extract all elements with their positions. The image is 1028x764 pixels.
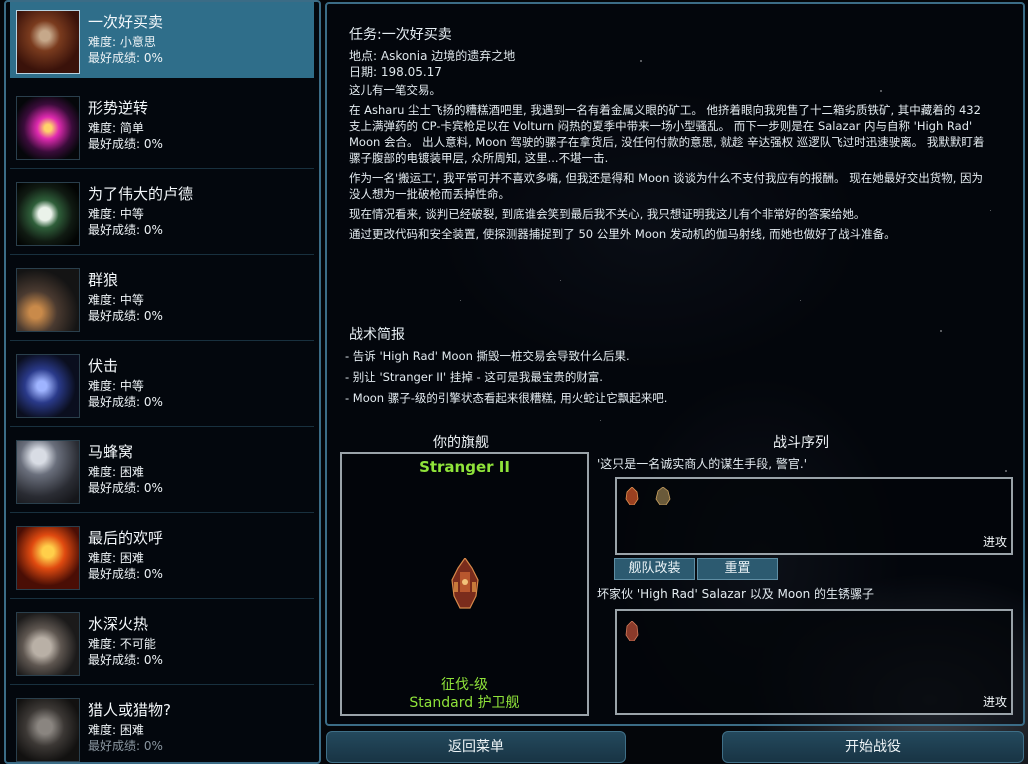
mission-name: 为了伟大的卢德 [88, 185, 194, 203]
mission-item[interactable]: 伏击 难度: 中等 最好成绩: 0% [10, 346, 314, 427]
mission-thumbnail [16, 526, 80, 590]
mission-item[interactable]: 马蜂窝 难度: 困难 最好成绩: 0% [10, 432, 314, 513]
mission-difficulty: 难度: 不可能 [88, 637, 156, 651]
mission-item[interactable]: 最后的欢呼 难度: 困难 最好成绩: 0% [10, 518, 314, 599]
mission-best-score: 最好成绩: 0% [88, 653, 163, 667]
mission-best-score: 最好成绩: 0% [88, 223, 163, 237]
mission-name: 水深火热 [88, 615, 149, 633]
mission-difficulty: 难度: 困难 [88, 551, 144, 565]
mission-item[interactable]: 猎人或猎物? 难度: 困难 最好成绩: 0% [10, 690, 314, 762]
briefing-paragraph: 作为一名'搬运工', 我平常可并不喜欢多嘴, 但我还是得和 Moon 谈谈为什么… [349, 171, 983, 201]
flagship-label: 你的旗舰 [433, 435, 489, 451]
mission-item[interactable]: 水深火热 难度: 不可能 最好成绩: 0% [10, 604, 314, 685]
enemy-fleet-quote: 坏家伙 'High Rad' Salazar 以及 Moon 的生锈骡子 [597, 587, 874, 601]
briefing-paragraph: 这儿有一笔交易。 [349, 83, 441, 97]
tactics-item: - Moon 骡子-级的引擎状态看起来很糟糕, 用火蛇让它飘起来吧. [345, 391, 668, 405]
mission-name: 伏击 [88, 357, 119, 375]
enemy-fleet-box[interactable]: 进攻 [615, 609, 1013, 715]
mission-best-score: 最好成绩: 0% [88, 481, 163, 495]
player-advance-label: 进攻 [982, 535, 1007, 549]
player-ship-icon [655, 487, 671, 505]
mission-name: 猎人或猎物? [88, 701, 171, 719]
flagship-name: Stranger II [419, 458, 510, 476]
mission-difficulty: 难度: 中等 [88, 379, 144, 393]
mission-best-score: 最好成绩: 0% [88, 567, 163, 581]
enemy-advance-label: 进攻 [982, 695, 1007, 709]
mission-thumbnail [16, 268, 80, 332]
tactics-list: - 告诉 'High Rad' Moon 撕毁一桩交易会导致什么后果. - 别让… [345, 346, 667, 409]
enemy-ship-icon [625, 621, 639, 641]
mission-best-score: 最好成绩: 0% [88, 395, 163, 409]
mission-best-score: 最好成绩: 0% [88, 739, 163, 753]
player-fleet-quote: '这只是一名诚实商人的谋生手段, 警官.' [597, 457, 808, 471]
frigate-ship-icon [451, 558, 479, 609]
mission-difficulty: 难度: 中等 [88, 207, 144, 221]
mission-thumbnail [16, 354, 80, 418]
back-to-menu-button[interactable]: 返回菜单 [326, 731, 626, 763]
mission-name: 群狼 [88, 271, 119, 289]
mission-name: 最后的欢呼 [88, 529, 164, 547]
briefing-date: 日期: 198.05.17 [349, 65, 442, 79]
mission-item[interactable]: 群狼 难度: 中等 最好成绩: 0% [10, 260, 314, 341]
mission-difficulty: 难度: 小意思 [88, 35, 156, 49]
mission-difficulty: 难度: 中等 [88, 293, 144, 307]
tactics-title: 战术简报 [349, 327, 405, 343]
reset-button[interactable]: 重置 [697, 558, 778, 580]
mission-item[interactable]: 形势逆转 难度: 简单 最好成绩: 0% [10, 88, 314, 169]
mission-difficulty: 难度: 简单 [88, 121, 144, 135]
player-ship-icon [625, 487, 639, 505]
mission-thumbnail [16, 182, 80, 246]
mission-best-score: 最好成绩: 0% [88, 309, 163, 323]
briefing-paragraph: 在 Asharu 尘土飞扬的糟糕酒吧里, 我遇到一名有着金属义眼的矿工。 他挤着… [349, 103, 985, 165]
mission-thumbnail [16, 698, 80, 762]
mission-thumbnail [16, 440, 80, 504]
mission-difficulty: 难度: 困难 [88, 723, 144, 737]
mission-difficulty: 难度: 困难 [88, 465, 144, 479]
tactics-item: - 告诉 'High Rad' Moon 撕毁一桩交易会导致什么后果. [345, 349, 630, 363]
mission-name: 马蜂窝 [88, 443, 134, 461]
fleet-refit-button[interactable]: 舰队改装 [614, 558, 695, 580]
mission-best-score: 最好成绩: 0% [88, 51, 163, 65]
mission-name: 一次好买卖 [88, 13, 164, 31]
briefing-text: 这儿有一笔交易。 在 Asharu 尘土飞扬的糟糕酒吧里, 我遇到一名有着金属义… [349, 82, 989, 246]
battle-order-label: 战斗序列 [773, 435, 829, 451]
player-fleet-box[interactable]: 进攻 [615, 477, 1013, 555]
mission-best-score: 最好成绩: 0% [88, 137, 163, 151]
mission-thumbnail [16, 96, 80, 160]
tactics-item: - 别让 'Stranger II' 挂掉 - 这可是我最宝贵的财富. [345, 370, 603, 384]
briefing-paragraph: 通过更改代码和安全装置, 使探测器捕捉到了 50 公里外 Moon 发动机的伽马… [349, 227, 896, 241]
briefing-panel: 任务:一次好买卖 地点: Askonia 边境的遗弃之地 日期: 198.05.… [325, 2, 1025, 726]
mission-name: 形势逆转 [88, 99, 149, 117]
briefing-location: 地点: Askonia 边境的遗弃之地 [349, 49, 516, 63]
mission-item[interactable]: 一次好买卖 难度: 小意思 最好成绩: 0% [10, 2, 314, 78]
mission-thumbnail [16, 612, 80, 676]
mission-list[interactable]: 一次好买卖 难度: 小意思 最好成绩: 0% 形势逆转 难度: 简单 最好成绩:… [4, 0, 321, 764]
start-battle-button[interactable]: 开始战役 [722, 731, 1024, 763]
flagship-type: Standard 护卫舰 [409, 695, 520, 711]
briefing-paragraph: 现在情况看来, 谈判已经破裂, 到底谁会笑到最后我不关心, 我只想证明我这儿有个… [349, 207, 866, 221]
mission-thumbnail [16, 10, 80, 74]
briefing-title: 任务:一次好买卖 [349, 27, 452, 43]
flagship-box[interactable]: Stranger II 征伐-级 Standard 护卫舰 [340, 452, 589, 716]
flagship-class: 征伐-级 [440, 677, 489, 693]
mission-item[interactable]: 为了伟大的卢德 难度: 中等 最好成绩: 0% [10, 174, 314, 255]
